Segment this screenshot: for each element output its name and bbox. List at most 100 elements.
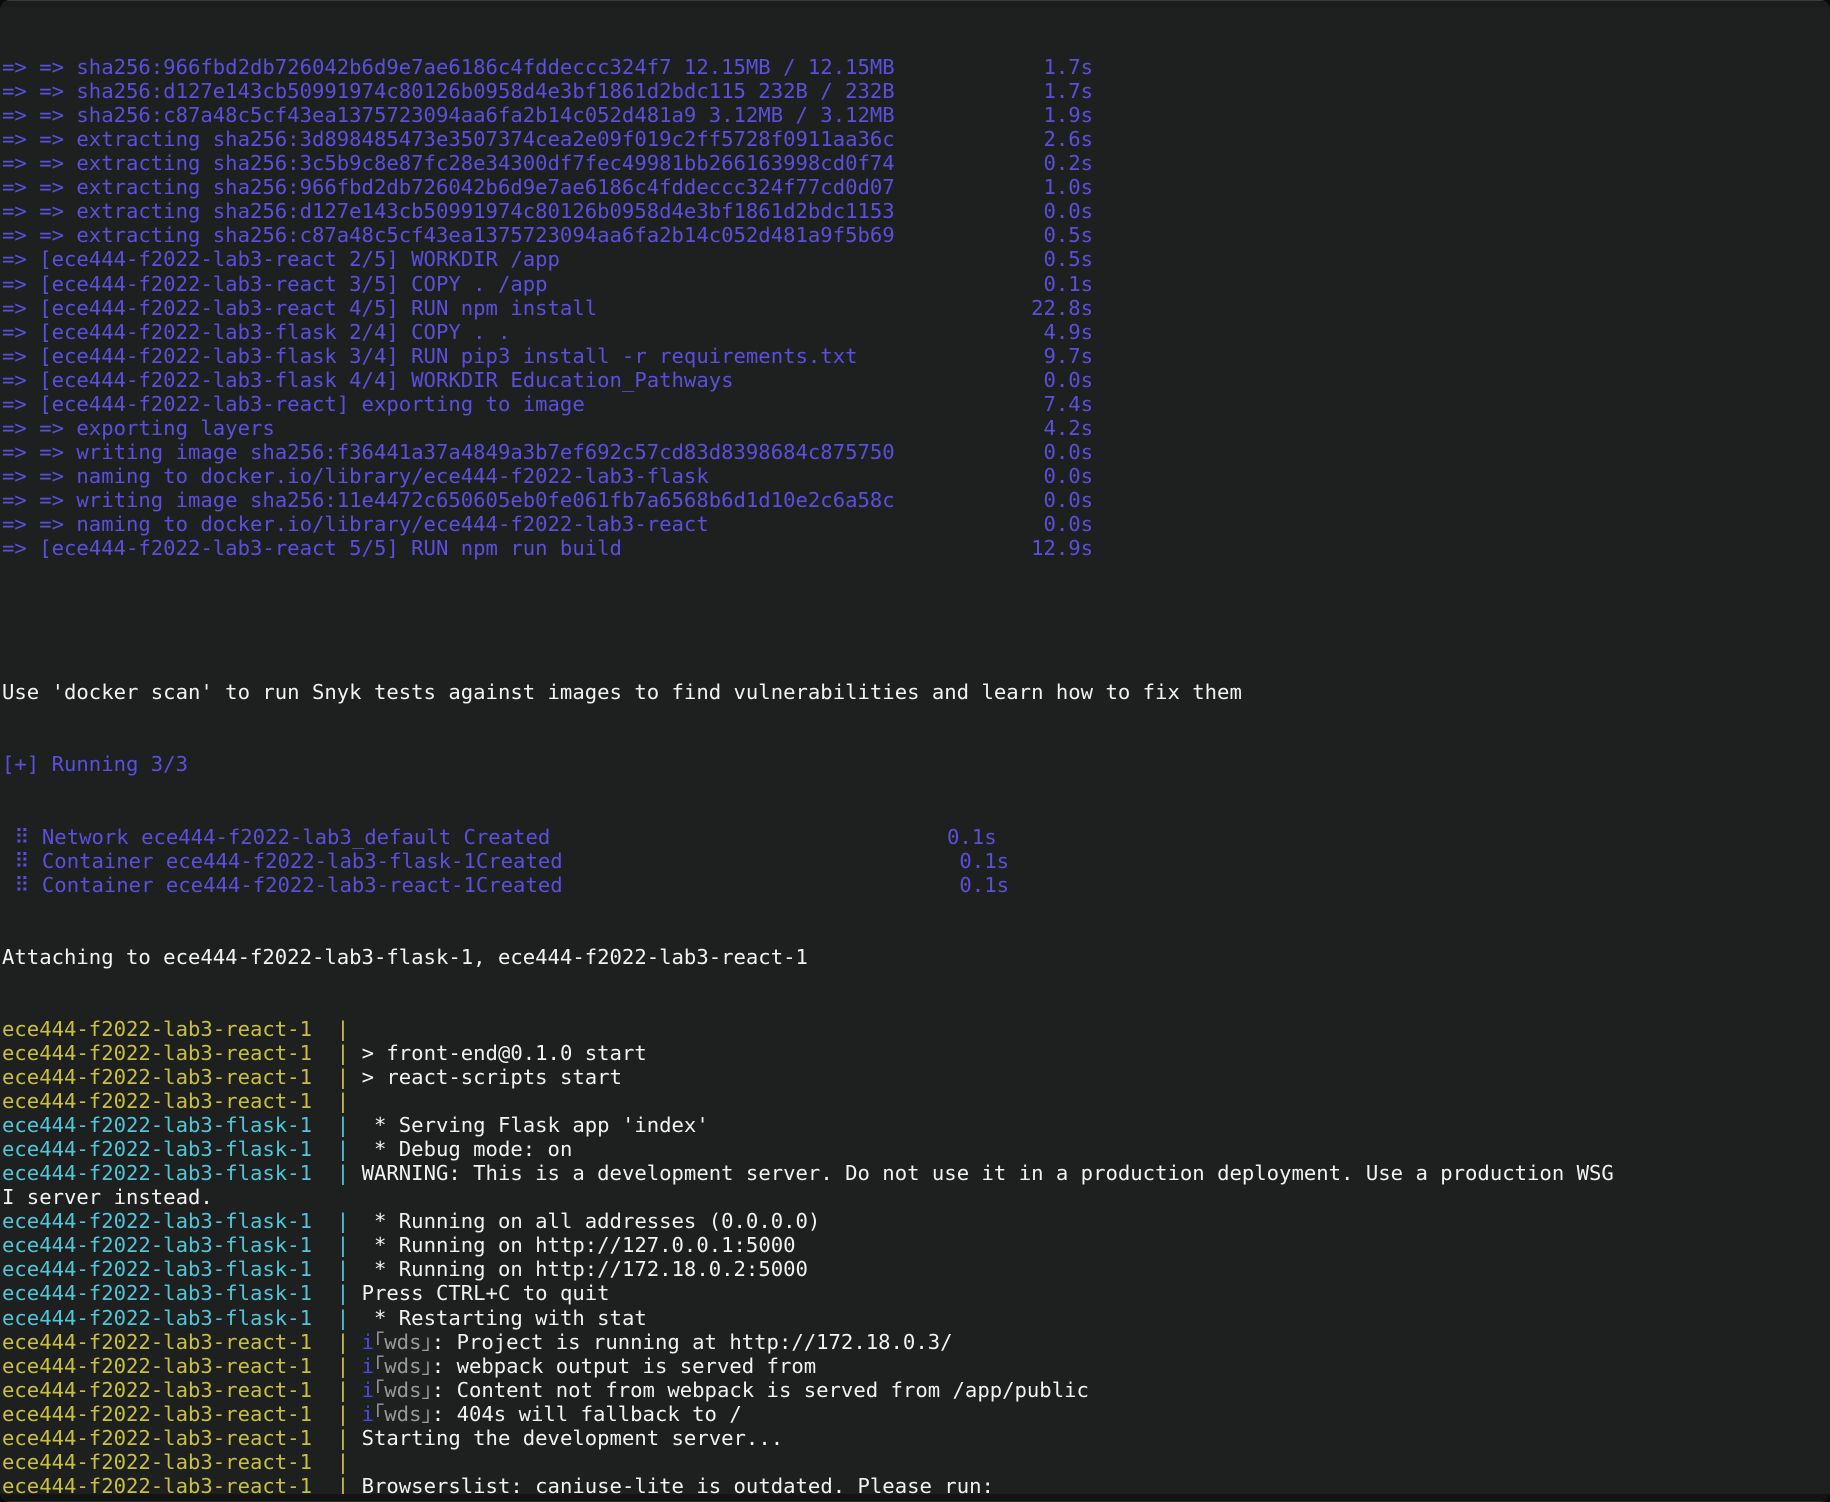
buildkit-step-duration: 4.2s [1031, 415, 1094, 440]
buildkit-step-text: => [ece444-f2022-lab3-flask 3/4] RUN pip… [2, 343, 1032, 368]
attaching-text: Attaching to ece444-f2022-lab3-flask-1, … [2, 944, 808, 969]
container-log-line: ece444-f2022-lab3-react-1 | i｢wds｣: 404s… [2, 1402, 1828, 1426]
compose-resource-name: Network ece444-f2022-lab3_default [41, 824, 464, 849]
log-text-gap [349, 1354, 361, 1378]
compose-resource-row: ⠿ Container ece444-f2022-lab3-flask-1Cre… [2, 849, 1828, 873]
buildkit-step-duration: 0.5s [1031, 223, 1094, 248]
buildkit-step-duration: 0.0s [1031, 199, 1094, 224]
spinner-bullet-icon: ⠿ [2, 848, 42, 873]
react-service-prefix: ece444-f2022-lab3-react-1 [2, 1377, 337, 1402]
container-log-line: ece444-f2022-lab3-flask-1 | Press CTRL+C… [2, 1281, 1828, 1305]
log-separator-pipe: | [336, 1425, 350, 1450]
react-service-prefix: ece444-f2022-lab3-react-1 [2, 1473, 337, 1494]
buildkit-progress-line: => [ece444-f2022-lab3-flask 4/4] WORKDIR… [2, 368, 1828, 392]
log-separator-pipe: | [336, 1401, 350, 1426]
container-log-line: ece444-f2022-lab3-flask-1 | * Serving Fl… [2, 1113, 1828, 1137]
buildkit-step-duration: 4.9s [1031, 319, 1094, 344]
buildkit-step-text: => [ece444-f2022-lab3-react 2/5] WORKDIR… [2, 247, 1032, 272]
buildkit-progress-line: => => exporting layers 4.2s [2, 416, 1828, 440]
log-separator-pipe: | [336, 1281, 350, 1306]
buildkit-step-duration: 22.8s [1031, 295, 1094, 320]
buildkit-progress-line: => => extracting sha256:c87a48c5cf43ea13… [2, 223, 1828, 247]
container-log-text: : webpack output is served from [431, 1353, 817, 1378]
container-log-line: ece444-f2022-lab3-react-1 | > react-scri… [2, 1065, 1828, 1089]
container-log-line: ece444-f2022-lab3-react-1 | [2, 1089, 1828, 1113]
container-log-line: ece444-f2022-lab3-react-1 | i｢wds｣: Proj… [2, 1330, 1828, 1354]
log-separator-pipe: | [336, 1377, 350, 1402]
container-log-line: ece444-f2022-lab3-flask-1 | * Debug mode… [2, 1137, 1828, 1161]
log-text-gap [349, 1378, 361, 1402]
compose-resource-name: Container ece444-f2022-lab3-flask-1 [41, 848, 476, 873]
react-service-prefix: ece444-f2022-lab3-react-1 [2, 1065, 337, 1090]
buildkit-progress-line: => [ece444-f2022-lab3-react 2/5] WORKDIR… [2, 247, 1828, 271]
container-log-line: ece444-f2022-lab3-react-1 | i｢wds｣: webp… [2, 1354, 1828, 1378]
container-log-text: Browserslist: caniuse-lite is outdated. … [349, 1473, 994, 1494]
log-separator-pipe: | [336, 1329, 350, 1354]
container-log-text: * Running on all addresses (0.0.0.0) [349, 1209, 821, 1234]
buildkit-step-duration: 0.2s [1031, 151, 1094, 176]
log-separator-pipe: | [336, 1161, 350, 1186]
buildkit-step-duration: 0.5s [1031, 247, 1094, 272]
terminal-titlebar [0, 0, 1830, 7]
container-log-line: ece444-f2022-lab3-react-1 | [2, 1017, 1828, 1041]
buildkit-progress-line: => [ece444-f2022-lab3-flask 2/4] COPY . … [2, 320, 1828, 344]
log-separator-pipe: | [336, 1089, 350, 1114]
container-log-text: * Restarting with stat [349, 1305, 647, 1330]
container-log-line: ece444-f2022-lab3-flask-1 | * Restarting… [2, 1306, 1828, 1330]
buildkit-step-text: => => sha256:966fbd2db726042b6d9e7ae6186… [2, 55, 1032, 80]
log-separator-pipe: | [336, 1113, 350, 1138]
container-log-line: ece444-f2022-lab3-flask-1 | * Running on… [2, 1257, 1828, 1281]
compose-resource-row: ⠿ Network ece444-f2022-lab3_default Crea… [2, 825, 1828, 849]
container-log-text: * Running on http://172.18.0.2:5000 [349, 1257, 808, 1282]
compose-resource-row: ⠿ Container ece444-f2022-lab3-react-1Cre… [2, 873, 1828, 897]
spinner-bullet-icon: ⠿ [2, 824, 42, 849]
buildkit-step-text: => [ece444-f2022-lab3-react 3/5] COPY . … [2, 271, 1032, 296]
react-service-prefix: ece444-f2022-lab3-react-1 [2, 1401, 337, 1426]
buildkit-progress-line: => => extracting sha256:d127e143cb509919… [2, 199, 1828, 223]
container-log-line: ece444-f2022-lab3-react-1 | > front-end@… [2, 1041, 1828, 1065]
container-log-line: ece444-f2022-lab3-flask-1 | * Running on… [2, 1209, 1828, 1233]
buildkit-step-text: => => extracting sha256:966fbd2db726042b… [2, 175, 1032, 200]
react-service-prefix: ece444-f2022-lab3-react-1 [2, 1329, 337, 1354]
terminal-window[interactable]: => => sha256:966fbd2db726042b6d9e7ae6186… [0, 0, 1830, 1502]
container-log-text: > react-scripts start [349, 1065, 622, 1090]
buildkit-progress-line: => => naming to docker.io/library/ece444… [2, 464, 1828, 488]
log-separator-pipe: | [336, 1353, 350, 1378]
flask-service-prefix: ece444-f2022-lab3-flask-1 [2, 1305, 337, 1330]
buildkit-step-duration: 12.9s [1031, 536, 1094, 561]
flask-service-prefix: ece444-f2022-lab3-flask-1 [2, 1281, 337, 1306]
compose-resource-duration: 0.1s [959, 872, 1009, 897]
wds-tag: ｢wds｣ [373, 1329, 432, 1354]
flask-service-prefix: ece444-f2022-lab3-flask-1 [2, 1161, 337, 1186]
buildkit-step-text: => => naming to docker.io/library/ece444… [2, 463, 1032, 488]
terminal-output-area[interactable]: => => sha256:966fbd2db726042b6d9e7ae6186… [0, 7, 1830, 1494]
flask-service-prefix: ece444-f2022-lab3-flask-1 [2, 1113, 337, 1138]
buildkit-progress-line: => [ece444-f2022-lab3-flask 3/4] RUN pip… [2, 344, 1828, 368]
container-log-line: ece444-f2022-lab3-react-1 | [2, 1450, 1828, 1474]
buildkit-step-duration: 0.0s [1031, 487, 1094, 512]
buildkit-step-duration: 0.0s [1031, 463, 1094, 488]
flask-service-prefix: ece444-f2022-lab3-flask-1 [2, 1209, 337, 1234]
buildkit-progress-line: => => writing image sha256:11e4472c65060… [2, 488, 1828, 512]
react-service-prefix: ece444-f2022-lab3-react-1 [2, 1041, 337, 1066]
container-log-text: Press CTRL+C to quit [349, 1281, 610, 1306]
buildkit-step-text: => => sha256:c87a48c5cf43ea1375723094aa6… [2, 103, 1032, 128]
log-separator-pipe: | [336, 1016, 350, 1041]
buildkit-progress-line: => => naming to docker.io/library/ece444… [2, 512, 1828, 536]
wds-tag: ｢wds｣ [373, 1377, 432, 1402]
buildkit-step-text: => [ece444-f2022-lab3-react 5/5] RUN npm… [2, 536, 1032, 561]
compose-resource-duration: 0.1s [959, 848, 1009, 873]
wds-tag: ｢wds｣ [373, 1353, 432, 1378]
buildkit-step-duration: 1.9s [1031, 103, 1094, 128]
terminal-bottom-edge [0, 1494, 1830, 1502]
buildkit-step-text: => => extracting sha256:3d898485473e3507… [2, 127, 1032, 152]
buildkit-progress-line: => [ece444-f2022-lab3-react] exporting t… [2, 392, 1828, 416]
docker-compose-resources-block: ⠿ Network ece444-f2022-lab3_default Crea… [2, 825, 1828, 897]
buildkit-step-text: => => extracting sha256:d127e143cb509919… [2, 199, 1032, 224]
snyk-hint-line: Use 'docker scan' to run Snyk tests agai… [2, 680, 1828, 704]
container-log-text: WARNING: This is a development server. D… [349, 1161, 1614, 1186]
buildkit-progress-line: => => extracting sha256:3d898485473e3507… [2, 127, 1828, 151]
log-separator-pipe: | [336, 1041, 350, 1066]
buildkit-step-text: => [ece444-f2022-lab3-flask 2/4] COPY . … [2, 319, 1032, 344]
container-log-line: ece444-f2022-lab3-react-1 | Browserslist… [2, 1474, 1828, 1494]
